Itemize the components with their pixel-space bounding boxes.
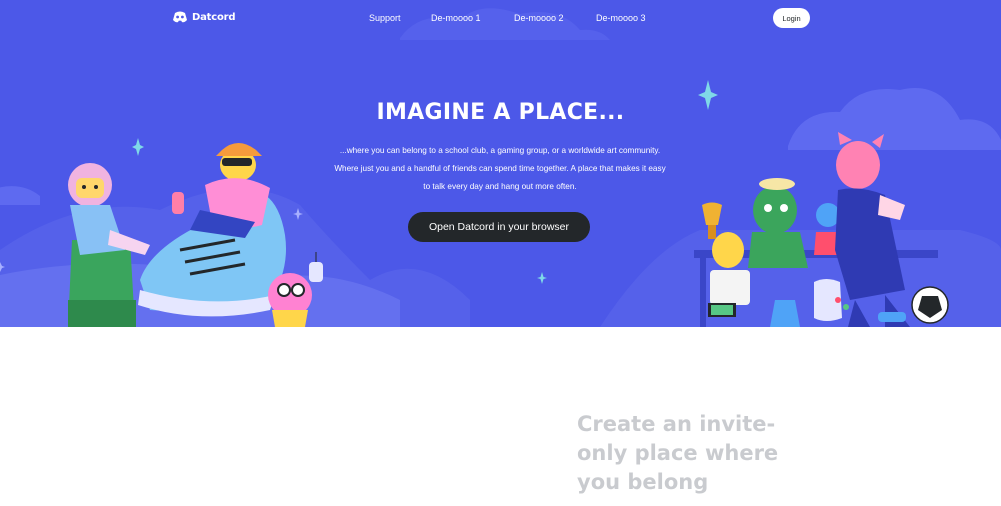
hero-title: IMAGINE A PLACE...: [376, 100, 625, 125]
nav-link-demo-1[interactable]: De-moooo 1: [431, 13, 481, 23]
left-characters-illustration: [68, 143, 323, 327]
nav-link-demo-2[interactable]: De-moooo 2: [514, 13, 564, 23]
nav-link-support[interactable]: Support: [369, 13, 401, 23]
brand-name: Datcord: [192, 11, 236, 23]
datcord-logo-icon: [173, 11, 187, 23]
hero-section: Datcord Support De-moooo 1 De-moooo 2 De…: [0, 0, 1001, 327]
hero-subtitle: ...where you can belong to a school club…: [300, 142, 700, 196]
section-heading-line: only place where: [577, 441, 779, 465]
section-heading-line: you belong: [577, 470, 709, 494]
section-heading: Create an invite- only place where you b…: [577, 410, 797, 497]
nav-link-demo-3[interactable]: De-moooo 3: [596, 13, 646, 23]
hero-subtitle-line: to talk every day and hang out more ofte…: [423, 182, 577, 191]
hero-subtitle-line: ...where you can belong to a school club…: [339, 146, 661, 155]
login-button[interactable]: Login: [773, 8, 810, 28]
section-heading-line: Create an invite-: [577, 412, 776, 436]
top-navigation: Datcord Support De-moooo 1 De-moooo 2 De…: [0, 0, 1001, 38]
open-in-browser-button[interactable]: Open Datcord in your browser: [408, 212, 590, 242]
hero-subtitle-line: Where just you and a handful of friends …: [334, 164, 666, 173]
brand-logo[interactable]: Datcord: [172, 10, 236, 24]
